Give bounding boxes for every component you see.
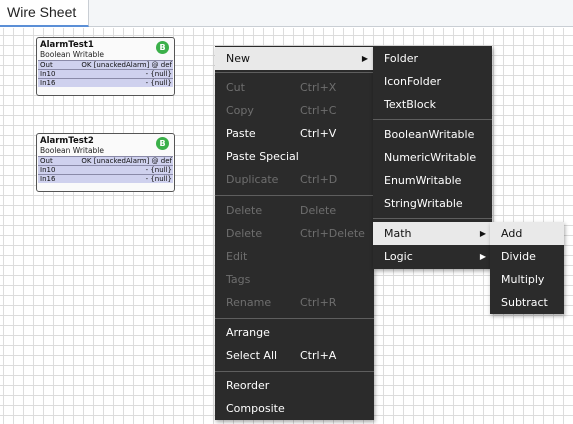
menu-item-reorder[interactable]: Reorder xyxy=(215,374,374,397)
component-alarmtest1[interactable]: AlarmTest1 Boolean Writable B Out OK [un… xyxy=(36,37,175,96)
component-name: AlarmTest2 xyxy=(40,136,94,146)
slot-in10[interactable]: In10 - {null} xyxy=(38,69,173,78)
boolean-badge-icon: B xyxy=(156,41,169,54)
menu-item-paste-special[interactable]: Paste Special xyxy=(215,145,374,168)
slot-in16[interactable]: In16 - {null} xyxy=(38,78,173,87)
slot-name: Out xyxy=(40,61,53,69)
menu-item-logic[interactable]: Logic ▶ xyxy=(373,245,492,268)
menu-item-booleanwritable[interactable]: BooleanWritable xyxy=(373,123,492,146)
menu-item-textblock[interactable]: TextBlock xyxy=(373,93,492,116)
shortcut: Ctrl+R xyxy=(300,296,337,309)
menu-separator xyxy=(215,318,374,319)
shortcut: Ctrl+V xyxy=(300,127,337,140)
menu-item-delete[interactable]: Delete Delete xyxy=(215,199,374,222)
slot-value: OK [unackedAlarm] @ def xyxy=(81,157,172,165)
menu-separator xyxy=(373,119,492,120)
component-type: Boolean Writable xyxy=(40,146,104,155)
slot-in10[interactable]: In10 - {null} xyxy=(38,165,173,174)
menu-item-select-all[interactable]: Select All Ctrl+A xyxy=(215,344,374,367)
menu-item-edit[interactable]: Edit xyxy=(215,245,374,268)
menu-item-composite[interactable]: Composite xyxy=(215,397,374,420)
menu-item-folder[interactable]: Folder xyxy=(373,47,492,70)
menu-item-cut[interactable]: Cut Ctrl+X xyxy=(215,76,374,99)
menu-item-paste[interactable]: Paste Ctrl+V xyxy=(215,122,374,145)
shortcut: Ctrl+X xyxy=(300,81,337,94)
slot-name: Out xyxy=(40,157,53,165)
slot-in16[interactable]: In16 - {null} xyxy=(38,174,173,183)
new-submenu: Folder IconFolder TextBlock BooleanWrita… xyxy=(373,46,492,269)
slot-value: - {null} xyxy=(145,79,172,87)
menu-separator xyxy=(373,218,492,219)
menu-item-add[interactable]: Add xyxy=(490,222,564,245)
menu-separator xyxy=(215,371,374,372)
menu-item-tags[interactable]: Tags xyxy=(215,268,374,291)
shortcut: Ctrl+A xyxy=(300,349,337,362)
submenu-arrow-icon: ▶ xyxy=(479,252,486,261)
menu-item-stringwritable[interactable]: StringWritable xyxy=(373,192,492,215)
tab-wire-sheet[interactable]: Wire Sheet xyxy=(0,0,90,27)
component-type: Boolean Writable xyxy=(40,50,104,59)
shortcut: Ctrl+Delete xyxy=(300,227,365,240)
tab-bar: Wire Sheet xyxy=(0,0,573,27)
shortcut: Delete xyxy=(300,204,337,217)
menu-item-math[interactable]: Math ▶ xyxy=(373,222,492,245)
slot-name: In10 xyxy=(40,70,56,78)
menu-item-delete-hard[interactable]: Delete Ctrl+Delete xyxy=(215,222,374,245)
slot-out[interactable]: Out OK [unackedAlarm] @ def xyxy=(38,60,173,69)
context-menu: New ▶ Cut Ctrl+X Copy Ctrl+C Paste Ctrl+… xyxy=(215,46,374,420)
shortcut: Ctrl+C xyxy=(300,104,337,117)
menu-item-divide[interactable]: Divide xyxy=(490,245,564,268)
menu-separator xyxy=(215,195,374,196)
slot-name: In10 xyxy=(40,166,56,174)
boolean-badge-icon: B xyxy=(156,137,169,150)
slot-out[interactable]: Out OK [unackedAlarm] @ def xyxy=(38,156,173,165)
slot-value: - {null} xyxy=(145,175,172,183)
slot-name: In16 xyxy=(40,79,56,87)
slot-value: - {null} xyxy=(145,70,172,78)
menu-item-arrange[interactable]: Arrange xyxy=(215,321,374,344)
component-name: AlarmTest1 xyxy=(40,40,94,50)
menu-item-numericwritable[interactable]: NumericWritable xyxy=(373,146,492,169)
math-submenu: Add Divide Multiply Subtract xyxy=(490,222,564,314)
menu-separator xyxy=(215,72,374,73)
menu-item-duplicate[interactable]: Duplicate Ctrl+D xyxy=(215,168,374,191)
menu-item-subtract[interactable]: Subtract xyxy=(490,291,564,314)
submenu-arrow-icon: ▶ xyxy=(361,54,368,63)
menu-item-copy[interactable]: Copy Ctrl+C xyxy=(215,99,374,122)
submenu-arrow-icon: ▶ xyxy=(479,229,486,238)
menu-item-rename[interactable]: Rename Ctrl+R xyxy=(215,291,374,314)
menu-item-iconfolder[interactable]: IconFolder xyxy=(373,70,492,93)
menu-item-enumwritable[interactable]: EnumWritable xyxy=(373,169,492,192)
slot-name: In16 xyxy=(40,175,56,183)
shortcut: Ctrl+D xyxy=(300,173,338,186)
component-alarmtest2[interactable]: AlarmTest2 Boolean Writable B Out OK [un… xyxy=(36,133,175,192)
menu-item-new[interactable]: New ▶ xyxy=(215,47,374,70)
slot-value: - {null} xyxy=(145,166,172,174)
slot-value: OK [unackedAlarm] @ def xyxy=(81,61,172,69)
menu-item-multiply[interactable]: Multiply xyxy=(490,268,564,291)
